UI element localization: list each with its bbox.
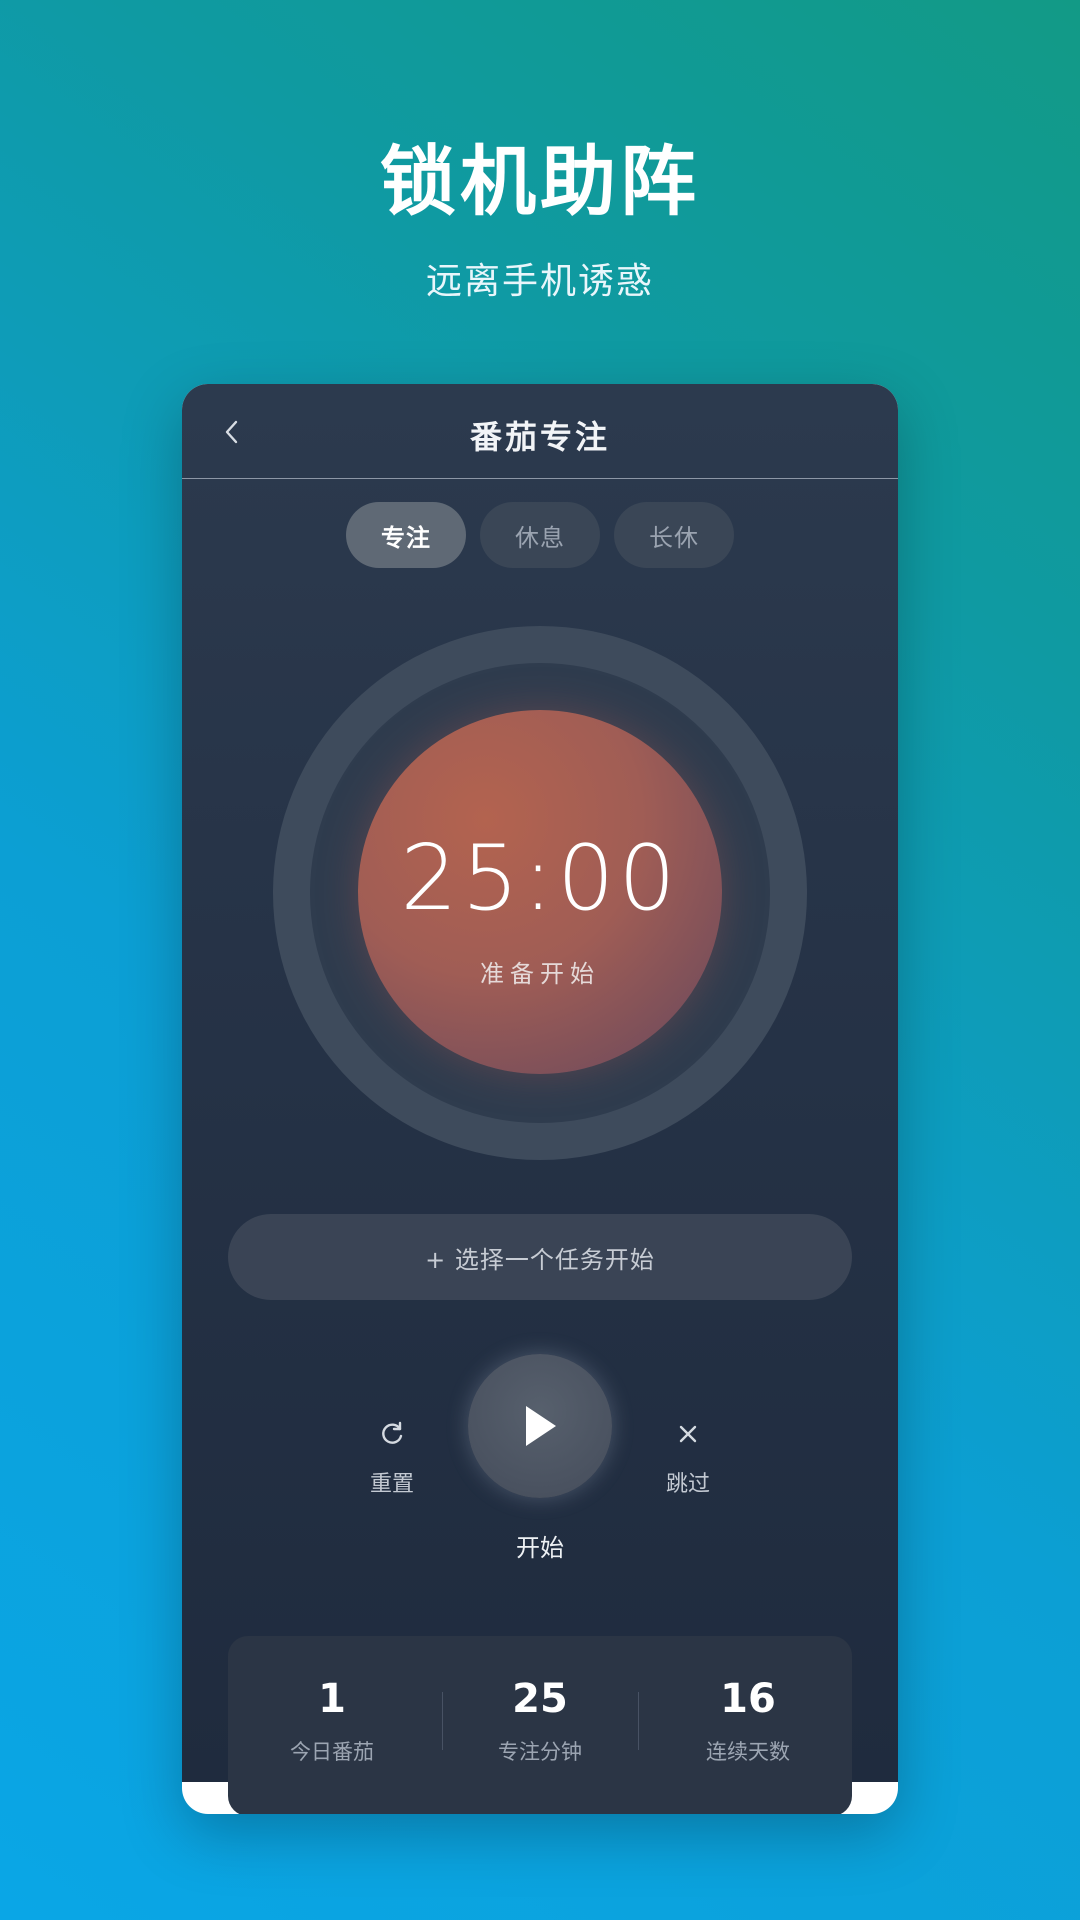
stat-focus-minutes: 25 专注分钟 <box>436 1636 644 1814</box>
mode-tabs: 专注 休息 长休 <box>182 502 898 568</box>
play-label: 开始 <box>516 1534 564 1562</box>
tab-rest[interactable]: 休息 <box>480 502 600 568</box>
stat-value: 1 <box>318 1676 346 1722</box>
stats-panel: 1 今日番茄 25 专注分钟 16 连续天数 <box>228 1636 852 1814</box>
stat-today-tomatoes: 1 今日番茄 <box>228 1636 436 1814</box>
skip-label: 跳过 <box>665 1472 710 1497</box>
reset-button[interactable]: 重置 <box>332 1414 452 1498</box>
tab-long-rest[interactable]: 长休 <box>614 502 734 568</box>
stat-caption: 专注分钟 <box>498 1740 582 1764</box>
stat-value: 25 <box>512 1676 568 1722</box>
hero-subtitle: 远离手机诱惑 <box>425 261 654 302</box>
select-task-button[interactable]: + 选择一个任务开始 <box>228 1214 852 1300</box>
stat-streak-days: 16 连续天数 <box>644 1636 852 1814</box>
timer-status: 准备开始 <box>480 960 600 988</box>
close-icon <box>679 1425 697 1443</box>
timer-display: 25:00 <box>400 826 680 931</box>
app-screen: 番茄专注 专注 休息 长休 25:00 准备开始 + 选择一个任务开始 重置 开… <box>182 384 898 1814</box>
tab-focus[interactable]: 专注 <box>346 502 466 568</box>
stat-caption: 连续天数 <box>706 1740 790 1764</box>
page-title: 番茄专注 <box>469 418 610 456</box>
nav-bar: 番茄专注 <box>182 384 898 479</box>
stat-divider <box>638 1692 639 1750</box>
reset-label: 重置 <box>369 1472 414 1497</box>
play-icon <box>526 1406 556 1446</box>
skip-button[interactable]: 跳过 <box>628 1414 748 1498</box>
play-button[interactable] <box>468 1354 612 1498</box>
stat-divider <box>442 1692 443 1750</box>
phone-mockup: 番茄专注 专注 休息 长休 25:00 准备开始 + 选择一个任务开始 重置 开… <box>182 384 898 1814</box>
hero-title: 锁机助阵 <box>380 137 700 226</box>
stat-value: 16 <box>720 1676 776 1722</box>
refresh-icon <box>382 1421 403 1444</box>
stat-caption: 今日番茄 <box>290 1740 374 1764</box>
